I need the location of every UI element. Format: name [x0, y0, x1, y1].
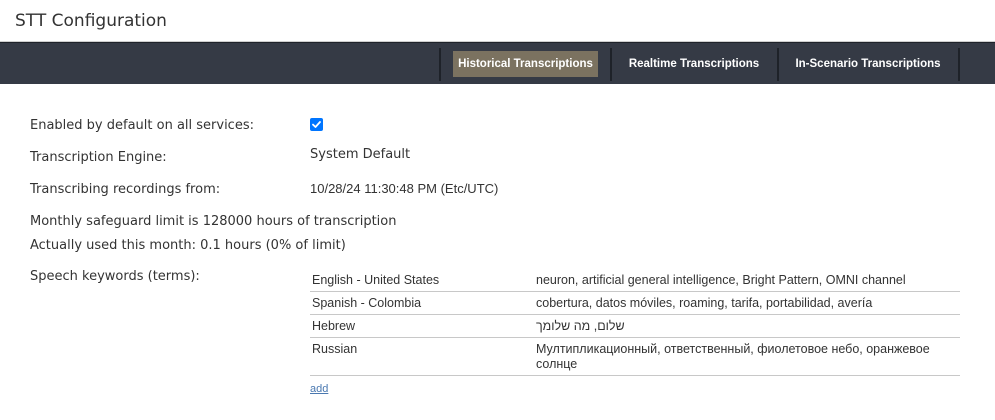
keyword-terms: Мултипликационный, ответственный, фиолет… — [534, 337, 960, 376]
keyword-language: Spanish - Colombia — [310, 291, 534, 315]
keyword-row[interactable]: English - United States neuron, artifici… — [310, 268, 960, 292]
tab-separator — [958, 48, 960, 81]
tab-bar: Historical Transcriptions Realtime Trans… — [0, 42, 995, 84]
checkmark-icon — [312, 121, 321, 128]
tab-realtime-transcriptions[interactable]: Realtime Transcriptions — [621, 51, 767, 77]
transcription-engine-label: Transcription Engine: — [30, 150, 167, 165]
monthly-usage-text: Actually used this month: 0.1 hours (0% … — [30, 238, 346, 253]
keyword-row[interactable]: Hebrew שלום, מה שלומך — [310, 314, 960, 338]
enabled-default-checkbox[interactable] — [310, 118, 323, 131]
speech-keywords-label: Speech keywords (terms): — [30, 269, 200, 284]
speech-keywords-table: English - United States neuron, artifici… — [310, 268, 960, 376]
add-keyword-link[interactable]: add — [310, 383, 328, 395]
page-title: STT Configuration — [15, 11, 167, 31]
keyword-language: English - United States — [310, 268, 534, 292]
tab-in-scenario-transcriptions[interactable]: In-Scenario Transcriptions — [789, 51, 947, 77]
keyword-row[interactable]: Russian Мултипликационный, ответственный… — [310, 337, 960, 376]
enabled-default-label: Enabled by default on all services: — [30, 118, 254, 133]
keyword-terms: cobertura, datos móviles, roaming, tarif… — [534, 291, 960, 315]
safeguard-limit-text: Monthly safeguard limit is 128000 hours … — [30, 214, 397, 229]
tab-historical-transcriptions[interactable]: Historical Transcriptions — [453, 51, 598, 77]
keyword-language: Russian — [310, 337, 534, 376]
recording-start-label: Transcribing recordings from: — [30, 182, 221, 197]
keyword-language: Hebrew — [310, 314, 534, 338]
transcription-engine-value: System Default — [310, 147, 411, 162]
keyword-terms: neuron, artificial general intelligence,… — [534, 268, 960, 292]
tab-separator — [610, 48, 612, 81]
keyword-row[interactable]: Spanish - Colombia cobertura, datos móvi… — [310, 291, 960, 315]
tab-separator — [439, 48, 441, 81]
title-bar: STT Configuration — [0, 0, 995, 42]
recording-start-value: 10/28/24 11:30:48 PM (Etc/UTC) — [310, 181, 499, 196]
tab-separator — [777, 48, 779, 81]
keyword-terms: שלום, מה שלומך — [534, 314, 960, 338]
